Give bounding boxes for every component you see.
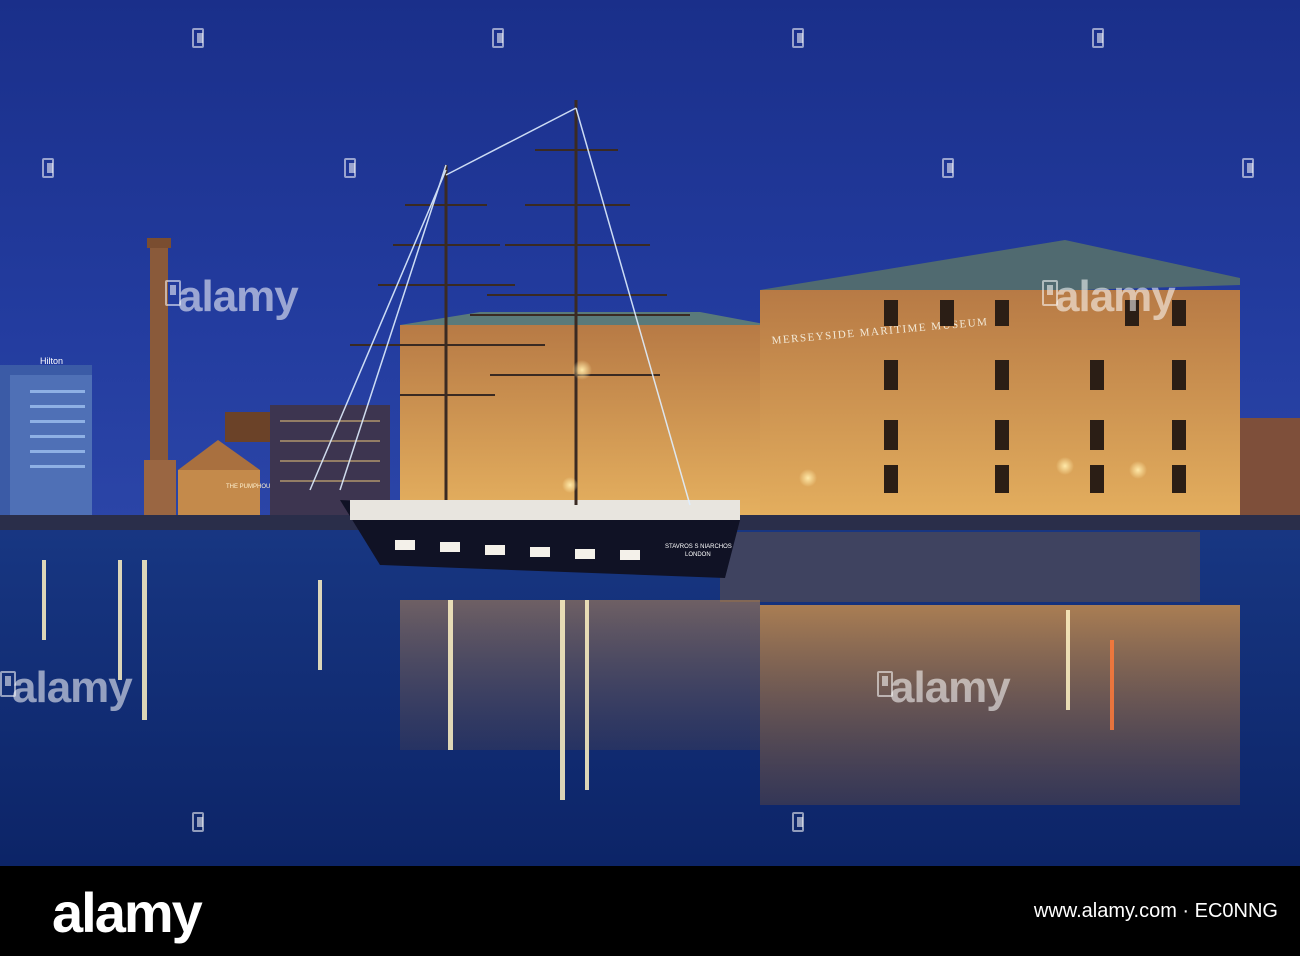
hotel-sign: Hilton xyxy=(40,356,63,366)
alamy-logo[interactable]: alamy xyxy=(52,880,203,945)
footer-bar: alamy www.alamy.com · EC0NNG xyxy=(0,866,1300,956)
image-meta: www.alamy.com · EC0NNG xyxy=(1033,900,1278,922)
ship-name: STAVROS S NIARCHOS xyxy=(665,544,732,550)
hilton-hotel: Hilton xyxy=(0,356,92,515)
maritime-museum: MERSEYSIDE MARITIME MUSEUM xyxy=(760,240,1240,525)
ship-port: LONDON xyxy=(685,552,711,558)
museum-left-wing xyxy=(400,312,770,515)
photo: Hilton THE PUMPHOUSE MERSEYSIDE MARITIME… xyxy=(0,0,1300,866)
quay-wall-front xyxy=(720,532,1200,602)
photo-scene: Hilton THE PUMPHOUSE MERSEYSIDE MARITIME… xyxy=(0,0,1300,866)
right-building xyxy=(1240,418,1300,518)
